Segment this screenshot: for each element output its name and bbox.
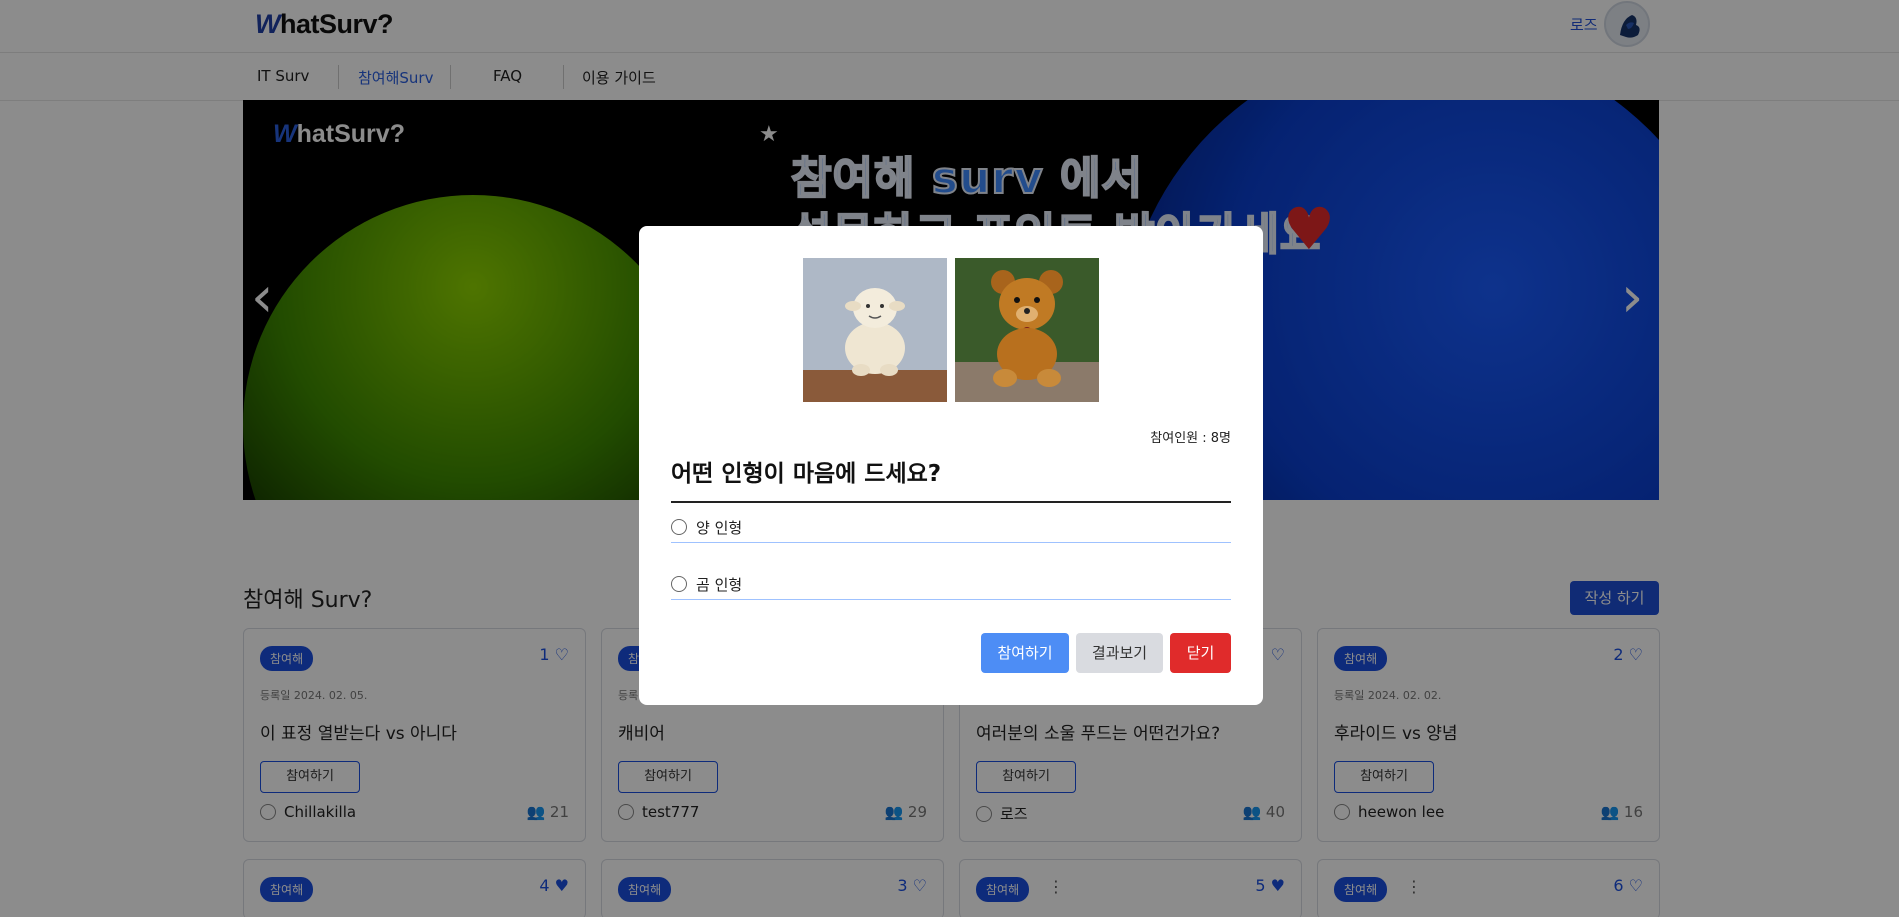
- teddy-bear-image: [955, 258, 1099, 402]
- option-image-sheep[interactable]: [803, 258, 947, 402]
- view-results-button[interactable]: 결과보기: [1076, 633, 1163, 673]
- option-image-bear[interactable]: [955, 258, 1099, 402]
- close-button[interactable]: 닫기: [1170, 633, 1231, 673]
- radio-button[interactable]: [671, 576, 687, 592]
- survey-modal: 참여인원 : 8명 어떤 인형이 마음에 드세요? 양 인형 곰 인형 참여하기…: [639, 226, 1263, 705]
- option-label[interactable]: 곰 인형: [696, 574, 742, 595]
- option-label[interactable]: 양 인형: [696, 517, 742, 538]
- sheep-doll-image: [803, 258, 947, 402]
- survey-question: 어떤 인형이 마음에 드세요?: [671, 461, 942, 487]
- radio-button[interactable]: [671, 519, 687, 535]
- participants-count: 참여인원 : 8명: [1150, 431, 1231, 446]
- participate-button[interactable]: 참여하기: [981, 633, 1069, 673]
- survey-option[interactable]: 양 인형: [671, 503, 1231, 543]
- survey-option[interactable]: 곰 인형: [671, 560, 1231, 600]
